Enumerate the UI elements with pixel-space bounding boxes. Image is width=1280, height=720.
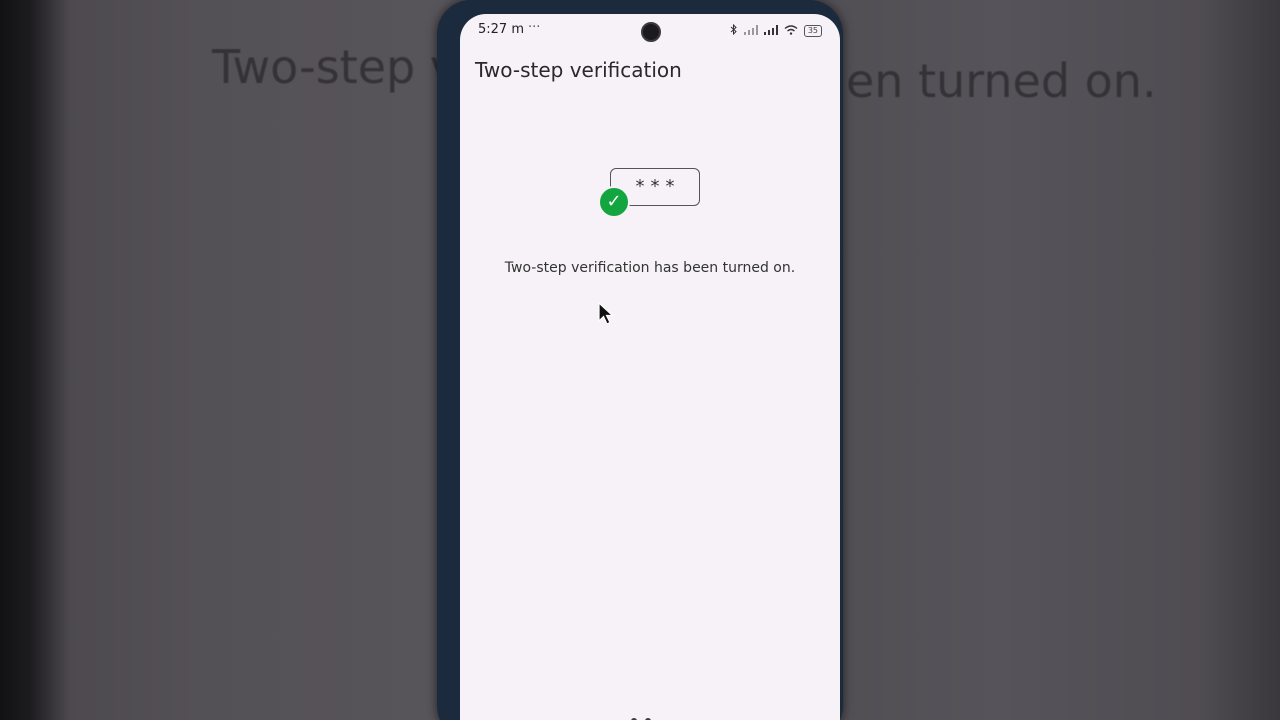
background-text-left: Two-step v <box>212 40 458 94</box>
bluetooth-icon <box>730 23 738 38</box>
status-icons: 35 <box>730 23 822 38</box>
status-time: 5:27 m <box>478 22 524 37</box>
check-icon: ✓ <box>598 186 630 218</box>
phone-screen: 5:27 m ··· 35 Two-step verification *** … <box>460 14 840 720</box>
gesture-handle-icon <box>631 718 651 720</box>
signal-icon-sim2 <box>763 24 778 38</box>
signal-icon-sim1 <box>743 24 758 38</box>
battery-icon: 35 <box>803 25 822 37</box>
confirmation-message: Two-step verification has been turned on… <box>504 260 796 276</box>
page-title: Two-step verification <box>475 58 682 82</box>
verification-illustration: *** ✓ <box>598 164 708 220</box>
background-text-right: en turned on. <box>846 54 1157 108</box>
front-camera <box>641 22 661 42</box>
status-more-icon: ··· <box>528 20 541 35</box>
mouse-cursor-icon <box>598 302 615 325</box>
wifi-icon <box>784 24 798 38</box>
status-bar: 5:27 m ··· 35 <box>460 14 840 50</box>
